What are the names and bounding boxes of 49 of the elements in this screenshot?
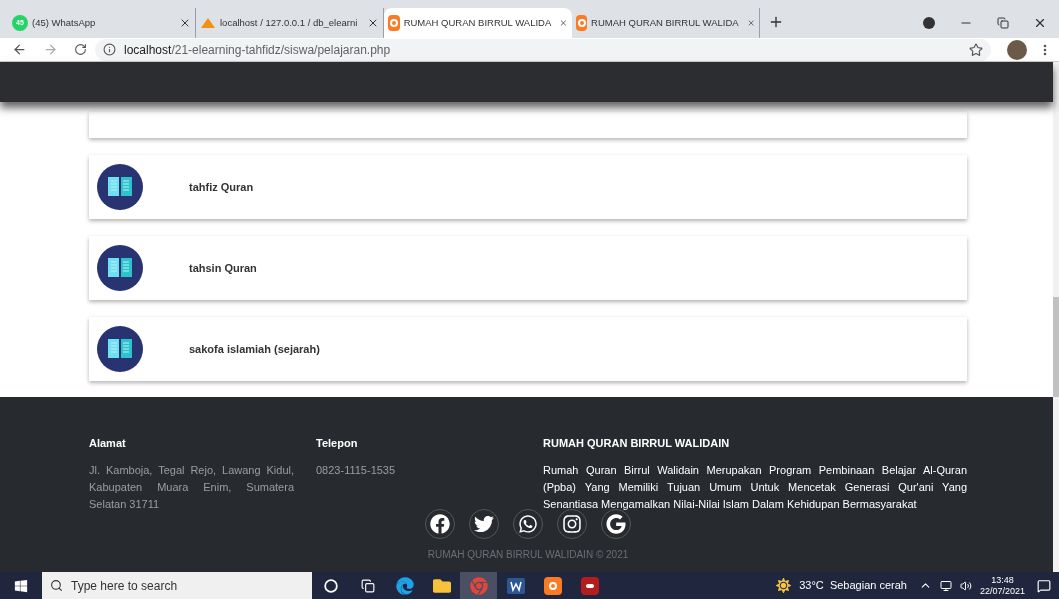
speaker-icon[interactable] [959, 579, 972, 592]
lesson-card[interactable]: tahsin Quran [89, 236, 967, 300]
clock[interactable]: 13:48 22/07/2021 [979, 574, 1025, 597]
lesson-card[interactable]: tahfiz Quran [89, 155, 967, 219]
network-icon[interactable] [939, 579, 952, 592]
footer-text: Jl. Kamboja, Tegal Rejo, Lawang Kidul, Kabupaten Muara Enim, Sumatera Selatan 31711 [89, 462, 294, 512]
copyright-text: RUMAH QURAN BIRRUL WALIDAIN © 2021 [426, 547, 630, 562]
book-icon [97, 164, 143, 210]
weather-icon[interactable] [776, 578, 792, 593]
url-text: localhost/21-elearning-tahfidz/siswa/pelajaran.php [124, 41, 391, 59]
windows-start-icon[interactable] [14, 578, 28, 593]
book-icon [97, 245, 143, 291]
footer-heading: Telepon [316, 436, 359, 451]
profile-avatar[interactable] [1007, 39, 1027, 60]
taskbar-search-field[interactable]: Type here to search [42, 572, 312, 599]
back-icon[interactable] [12, 42, 27, 57]
address-bar[interactable]: localhost/21-elearning-tahfidz/siswa/pelajaran.php [95, 38, 991, 61]
book-icon [97, 326, 143, 372]
bookmark-star-icon[interactable] [969, 42, 983, 57]
reload-icon[interactable] [74, 43, 87, 56]
document-icon[interactable] [506, 577, 525, 594]
footer-text: Rumah Quran Birrul Walidain Merupakan Program Pembinaan Belajar Al-Quran (Ppba) Yang Memiliki Tujuan Umum Untuk Mencetak Generasi Qur'ani Yang Senantiasa Mengamalkan Nilai-Nilai Islam Dalam Kehidupan Bermasyarakat [543, 462, 967, 512]
footer-heading: Alamat [89, 436, 127, 451]
search-icon [50, 579, 63, 592]
tab-title: RUMAH QURAN BIRRUL WALIDA [591, 15, 739, 30]
tab-title: (45) WhatsApp [32, 15, 96, 30]
close-icon[interactable] [179, 17, 191, 29]
menu-icon[interactable] [1043, 43, 1047, 56]
close-icon[interactable] [367, 17, 379, 29]
tab-title: RUMAH QURAN BIRRUL WALIDA [403, 15, 552, 30]
lesson-card[interactable]: sakofa islamiah (sejarah) [89, 317, 967, 381]
footer-heading: RUMAH QURAN BIRRUL WALIDAIN [543, 436, 731, 451]
tab-title: localhost / 127.0.0.1 / db_elearni [220, 15, 358, 30]
notification-icon[interactable] [1037, 578, 1051, 593]
lesson-title: sakofa islamiah (sejarah) [189, 341, 320, 357]
lesson-title: tahfiz Quran [189, 179, 254, 195]
weather-text[interactable]: 33°C Sebagian cerah [799, 577, 907, 594]
task-view-icon[interactable] [360, 578, 375, 593]
folder-icon[interactable] [432, 576, 451, 595]
info-icon[interactable] [103, 43, 116, 56]
browser-tab[interactable]: RUMAH QURAN BIRRUL WALIDA [384, 8, 572, 38]
app-icon[interactable] [580, 576, 599, 595]
circle-icon[interactable] [323, 578, 338, 593]
lesson-title: tahsin Quran [189, 260, 257, 276]
close-icon[interactable] [1033, 16, 1047, 30]
restore-icon[interactable] [997, 17, 1009, 29]
new-tab-icon[interactable] [768, 14, 784, 30]
edge-icon[interactable] [395, 576, 414, 595]
footer-text: 0823-1115-1535 [316, 462, 397, 478]
